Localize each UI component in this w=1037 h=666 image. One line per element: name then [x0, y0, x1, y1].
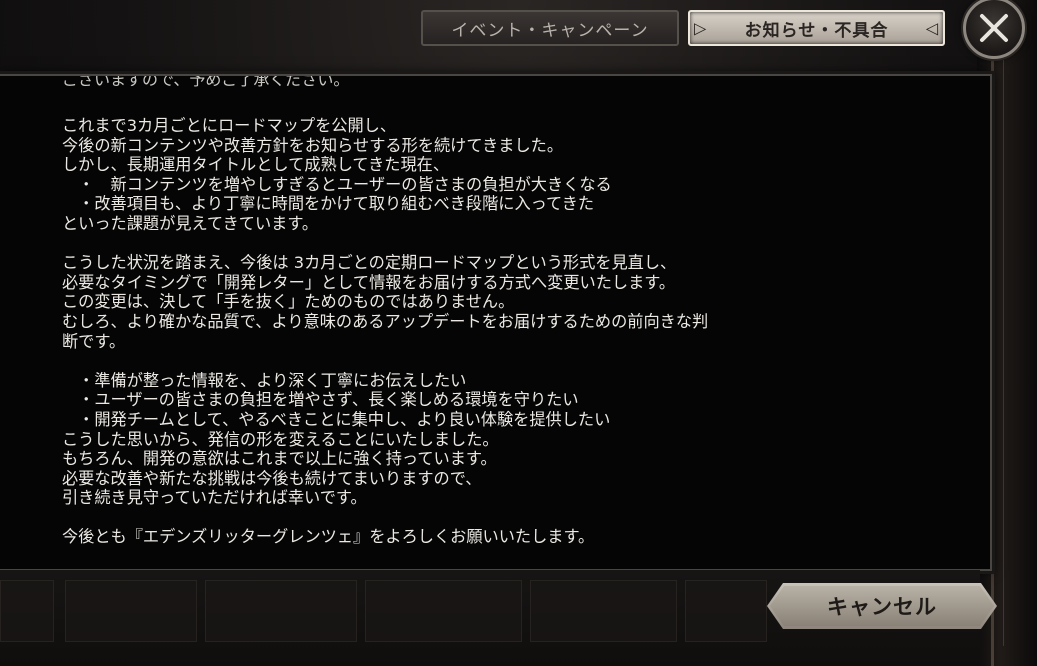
notice-line: 引き続き見守っていただければ幸いです。	[62, 488, 367, 508]
close-icon	[980, 14, 1008, 42]
notice-line: 断です。	[62, 331, 126, 351]
notice-line: 必要なタイミングで「開発レター」として情報をお届けする方式へ変更いたします。	[62, 272, 676, 292]
notice-line: これまで3カ月ごとにロードマップを公開し、	[62, 116, 397, 135]
notice-line: こうした状況を踏まえ、今後は 3カ月ごとの定期ロードマップという形式を見直し、	[62, 253, 677, 273]
notice-line: この変更は、決して「手を抜く」ためのものではありません。	[62, 292, 515, 312]
tab-events-campaigns[interactable]: イベント・キャンペーン	[421, 10, 679, 46]
notice-line: ・準備が整った情報を、より深く丁寧にお伝えしたい	[62, 370, 467, 390]
cancel-button[interactable]: キャンセル	[767, 583, 997, 629]
notice-paragraph: これまで3カ月ごとにロードマップを公開し、 今後の新コンテンツや改善方針をお知らせ…	[62, 116, 970, 234]
menu-tile	[65, 580, 197, 642]
notice-paragraph: こうした状況を踏まえ、今後は 3カ月ごとの定期ロードマップという形式を見直し、必…	[62, 253, 970, 351]
notice-body: これまで3カ月ごとにロードマップを公開し、 今後の新コンテンツや改善方針をお知らせ…	[62, 116, 970, 567]
tab-news-label: お知らせ・不具合	[744, 20, 889, 41]
tab-events-label: イベント・キャンペーン	[451, 20, 649, 41]
menu-tile	[365, 580, 522, 642]
notice-line: しかし、長期運用タイトルとして成熟してきた現在、	[62, 155, 450, 175]
notice-line: 今後とも『エデンズリッターグレンツェ』をよろしくお願いいたします。	[62, 527, 595, 547]
notice-line: むしろ、より確かな品質で、より意味のあるアップデートをお届けするための前向きな判	[62, 311, 709, 331]
chevron-right-icon: ▷	[694, 18, 708, 38]
tab-news-bugs[interactable]: ▷ お知らせ・不具合 ◁	[688, 10, 945, 46]
notice-line: 必要な改善や新たな挑戦は今後も続けてまいりますので、	[62, 468, 482, 488]
notice-line: もちろん、開発の意欲はこれまで以上に強く持っています。	[62, 449, 497, 469]
close-button[interactable]	[963, 0, 1025, 59]
notice-line: ・ 新コンテンツを増やしすぎるとユーザーの皆さまの負担が大きくなる	[62, 174, 612, 194]
notice-line: といった課題が見えてきています。	[62, 213, 319, 233]
menu-tile	[530, 580, 677, 642]
notice-paragraph: ・準備が整った情報を、より深く丁寧にお伝えしたい ・ユーザーの皆さまの負担を増や…	[62, 371, 970, 508]
notice-line: こうした思いから、発信の形を変えることにいたしました。	[62, 429, 499, 449]
menu-tile	[685, 580, 767, 642]
notice-clipped-line: ございますので、予めご了承ください。	[62, 74, 350, 89]
notice-line: 今後の新コンテンツや改善方針をお知らせする形を続けてきました。	[62, 135, 564, 155]
notice-line: ・ユーザーの皆さまの負担を増やさず、長く楽しめる環境を守りたい	[62, 390, 579, 410]
menu-tile	[0, 580, 54, 642]
cancel-button-label: キャンセル	[827, 595, 937, 619]
notice-content-panel[interactable]: ございますので、予めご了承ください。 これまで3カ月ごとにロードマップを公開し、…	[0, 74, 992, 571]
notice-paragraph: 今後とも『エデンズリッターグレンツェ』をよろしくお願いいたします。	[62, 527, 970, 547]
menu-tile	[205, 580, 357, 642]
notice-line: ・開発チームとして、やるべきことに集中し、より良い体験を提供したい	[62, 409, 611, 429]
notice-line: ・改善項目も、より丁寧に時間をかけて取り組むべき段階に入ってきた	[62, 194, 595, 214]
chevron-left-icon: ◁	[925, 18, 939, 38]
